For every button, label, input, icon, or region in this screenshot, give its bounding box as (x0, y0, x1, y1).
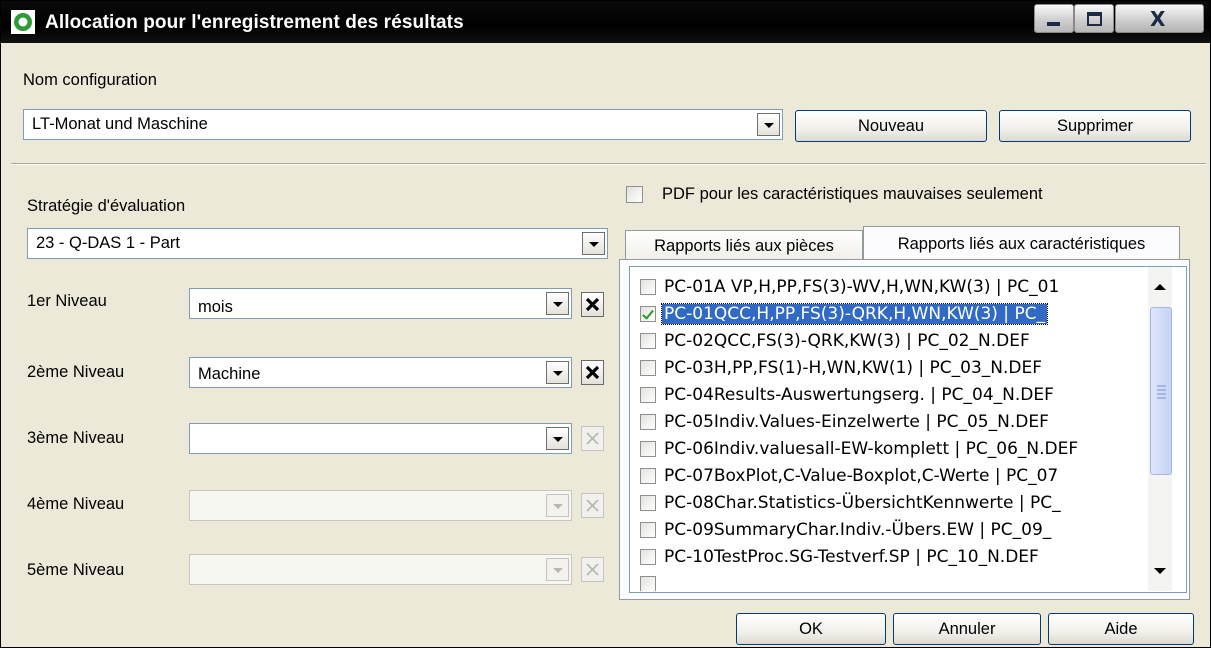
list-item[interactable]: PC-02QCC,FS(3)-QRK,KW(3) | PC_02_N.DEF (630, 328, 1164, 355)
strategy-select[interactable]: 23 - Q-DAS 1 - Part (27, 228, 608, 259)
close-icon (585, 365, 600, 380)
clear-level-1-button[interactable] (581, 292, 604, 317)
grip-icon (1157, 385, 1166, 399)
chevron-down-icon[interactable] (546, 361, 569, 384)
list-item[interactable]: PC-08Char.Statistics-ÜbersichtKennwerte … (630, 490, 1164, 517)
list-item[interactable]: PC-01QCC,H,PP,FS(3)-QRK,H,WN,KW(3) | PC_ (630, 301, 1164, 328)
list-item-label: PC-02QCC,FS(3)-QRK,KW(3) | PC_02_N.DEF (664, 331, 1030, 351)
close-icon (586, 499, 599, 512)
level-3-label: 3ème Niveau (27, 429, 125, 447)
scroll-thumb[interactable] (1150, 307, 1172, 475)
list-item-label: PC-09SummaryChar.Indiv.-Übers.EW | PC_09… (664, 520, 1052, 540)
list-item-label: PC-01A VP,H,PP,FS(3)-WV,H,WN,KW(3) | PC_… (664, 277, 1060, 297)
pdf-option-label: PDF pour les caractéristiques mauvaises … (662, 185, 1043, 203)
list-item-label: PC-04Results-Auswertungserg. | PC_04_N.D… (664, 385, 1054, 405)
report-list[interactable]: PC-01A VP,H,PP,FS(3)-WV,H,WN,KW(3) | PC_… (629, 266, 1187, 593)
cancel-button[interactable]: Annuler (893, 613, 1041, 645)
level-1-label: 1er Niveau (27, 292, 107, 310)
minimize-icon (1047, 22, 1060, 26)
report-checkbox[interactable] (640, 441, 656, 457)
level-3-select[interactable] (189, 423, 572, 454)
divider (11, 163, 1206, 165)
maximize-button[interactable] (1074, 4, 1114, 33)
strategy-label: Stratégie d'évaluation (27, 197, 186, 215)
close-icon: X (1150, 7, 1166, 31)
report-checkbox[interactable] (640, 387, 656, 403)
window-title: Allocation pour l'enregistrement des rés… (45, 12, 464, 33)
report-checkbox[interactable] (640, 549, 656, 565)
scroll-up-icon[interactable] (1150, 277, 1170, 297)
tab-characteristic-reports[interactable]: Rapports liés aux caractéristiques (863, 226, 1180, 259)
list-item-label: PC-03H,PP,FS(1)-H,WN,KW(1) | PC_03_N.DEF (664, 358, 1043, 378)
list-item-label: PC-05Indiv.Values-Einzelwerte | PC_05_N.… (664, 412, 1049, 432)
report-checkbox[interactable] (640, 333, 656, 349)
list-item[interactable]: PC-06Indiv.valuesall-EW-komplett | PC_06… (630, 436, 1164, 463)
chevron-down-icon[interactable] (546, 494, 569, 517)
scroll-down-icon[interactable] (1150, 561, 1170, 581)
clear-level-2-button[interactable] (581, 360, 604, 385)
list-item-label: PC-06Indiv.valuesall-EW-komplett | PC_06… (664, 439, 1079, 459)
report-checkbox[interactable] (640, 468, 656, 484)
report-checkbox[interactable] (640, 414, 656, 430)
title-bar[interactable]: Allocation pour l'enregistrement des rés… (1, 1, 1210, 43)
config-value: LT-Monat und Maschine (32, 115, 208, 133)
ok-button[interactable]: OK (736, 613, 886, 645)
level-2-select[interactable]: Machine (189, 357, 572, 388)
level-2-label: 2ème Niveau (27, 363, 125, 381)
chevron-down-icon[interactable] (757, 113, 780, 136)
config-select[interactable]: LT-Monat und Maschine (23, 109, 783, 140)
list-item-label: PC-07BoxPlot,C-Value-Boxplot,C-Werte | P… (664, 466, 1059, 486)
tab-part-reports[interactable]: Rapports liés aux pièces (625, 230, 863, 260)
list-item[interactable]: PC-10TestProc.SG-Testverf.SP | PC_10_N.D… (630, 544, 1164, 571)
report-checkbox[interactable] (640, 576, 656, 591)
close-icon (586, 563, 599, 576)
report-checkbox[interactable] (640, 306, 656, 322)
level-4-select[interactable] (189, 490, 572, 521)
clear-level-5-button[interactable] (581, 557, 604, 582)
close-icon (585, 297, 600, 312)
list-scrollbar[interactable] (1148, 267, 1172, 591)
report-checkbox[interactable] (640, 279, 656, 295)
report-checkbox[interactable] (640, 360, 656, 376)
list-item-partial (630, 571, 1164, 591)
app-icon (11, 10, 35, 34)
chevron-down-icon[interactable] (546, 292, 569, 315)
chevron-down-icon[interactable] (582, 232, 605, 255)
list-item[interactable]: PC-03H,PP,FS(1)-H,WN,KW(1) | PC_03_N.DEF (630, 355, 1164, 382)
level-4-label: 4ème Niveau (27, 495, 125, 513)
level-1-select[interactable]: mois (189, 288, 572, 319)
clear-level-3-button[interactable] (581, 426, 604, 451)
level-2-value: Machine (198, 365, 261, 383)
chevron-down-icon[interactable] (546, 558, 569, 581)
level-1-value: mois (198, 298, 233, 316)
help-button[interactable]: Aide (1048, 613, 1194, 645)
report-checkbox[interactable] (640, 495, 656, 511)
level-5-label: 5ème Niveau (27, 561, 125, 579)
list-item[interactable]: PC-09SummaryChar.Indiv.-Übers.EW | PC_09… (630, 517, 1164, 544)
config-label: Nom configuration (23, 71, 157, 89)
list-item[interactable]: PC-05Indiv.Values-Einzelwerte | PC_05_N.… (630, 409, 1164, 436)
list-item-label: PC-08Char.Statistics-ÜbersichtKennwerte … (664, 493, 1061, 513)
close-icon (586, 432, 599, 445)
maximize-icon (1087, 12, 1102, 26)
report-checkbox[interactable] (640, 522, 656, 538)
list-item-label: PC-10TestProc.SG-Testverf.SP | PC_10_N.D… (664, 547, 1039, 567)
strategy-value: 23 - Q-DAS 1 - Part (36, 234, 180, 252)
clear-level-4-button[interactable] (581, 493, 604, 518)
dialog-window: Allocation pour l'enregistrement des rés… (0, 0, 1211, 648)
new-button[interactable]: Nouveau (795, 110, 987, 142)
delete-button[interactable]: Supprimer (999, 110, 1191, 142)
minimize-button[interactable] (1034, 4, 1074, 33)
close-button[interactable]: X (1115, 4, 1204, 33)
level-5-select[interactable] (189, 554, 572, 585)
chevron-down-icon[interactable] (546, 427, 569, 450)
pdf-checkbox[interactable] (626, 186, 643, 203)
list-item[interactable]: PC-07BoxPlot,C-Value-Boxplot,C-Werte | P… (630, 463, 1164, 490)
list-item[interactable]: PC-01A VP,H,PP,FS(3)-WV,H,WN,KW(3) | PC_… (630, 274, 1164, 301)
list-item[interactable]: PC-04Results-Auswertungserg. | PC_04_N.D… (630, 382, 1164, 409)
list-item-label: PC-01QCC,H,PP,FS(3)-QRK,H,WN,KW(3) | PC_ (660, 303, 1049, 325)
